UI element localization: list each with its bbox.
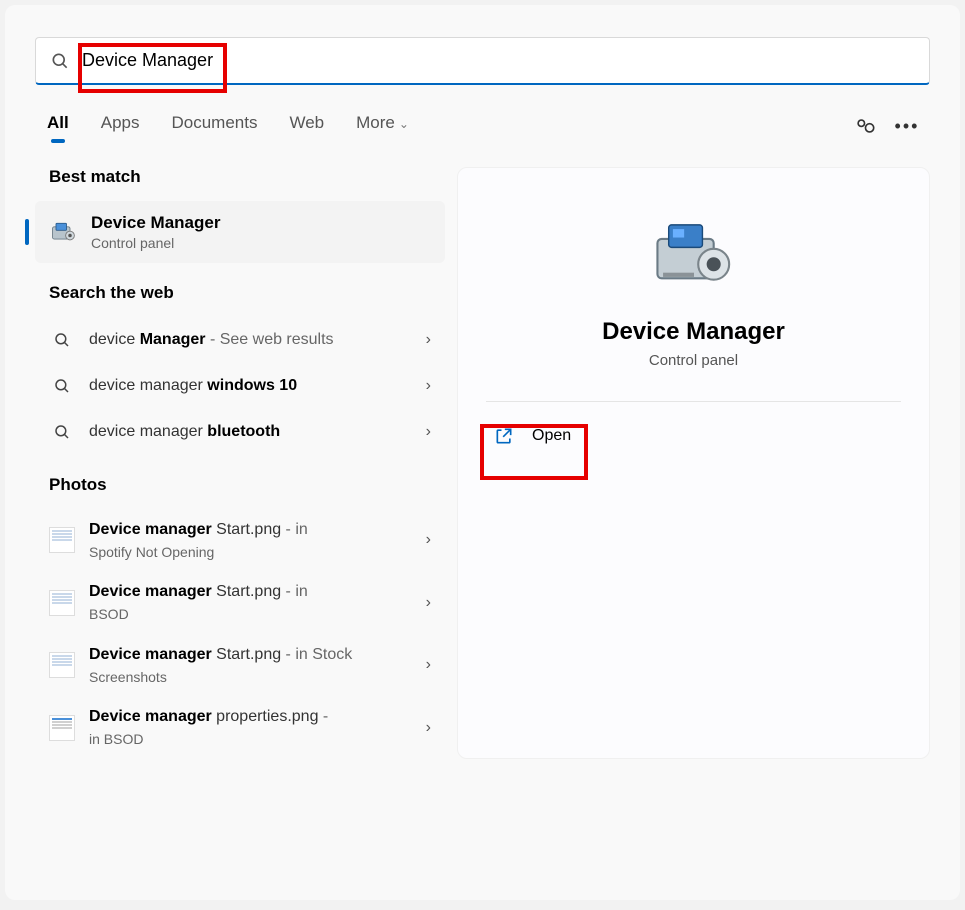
- chevron-right-icon: ›: [426, 531, 431, 549]
- photo-result-text: Device manager properties.png - in BSOD: [89, 706, 426, 748]
- web-result-1[interactable]: device manager windows 10 ›: [35, 363, 445, 409]
- tabs-row: All Apps Documents Web More⌄ •••: [5, 113, 960, 139]
- open-label: Open: [532, 427, 571, 445]
- heading-best-match: Best match: [49, 167, 445, 187]
- image-thumb-icon: [49, 590, 75, 616]
- search-input[interactable]: [82, 50, 915, 71]
- best-match-subtitle: Control panel: [91, 235, 220, 251]
- best-match-title: Device Manager: [91, 213, 220, 233]
- web-result-0[interactable]: device Manager - See web results ›: [35, 317, 445, 363]
- search-container: [5, 5, 960, 85]
- detail-panel: Device Manager Control panel Open: [457, 167, 930, 759]
- open-button[interactable]: Open: [478, 414, 909, 458]
- chevron-right-icon: ›: [426, 719, 431, 737]
- photo-result-2[interactable]: Device manager Start.png - in Stock Scre…: [35, 634, 445, 696]
- heading-photos: Photos: [49, 475, 445, 495]
- web-result-text: device manager windows 10: [89, 375, 426, 397]
- device-manager-large-icon: [649, 208, 739, 298]
- search-icon: [49, 419, 75, 445]
- web-result-text: device Manager - See web results: [89, 329, 426, 351]
- results-column: Best match Device Manager Control panel …: [35, 167, 445, 759]
- tab-more[interactable]: More⌄: [356, 113, 409, 139]
- search-box[interactable]: [35, 37, 930, 85]
- chevron-right-icon: ›: [426, 331, 431, 349]
- search-window: All Apps Documents Web More⌄ ••• Best ma…: [5, 5, 960, 900]
- photo-result-text: Device manager Start.png - in Stock Scre…: [89, 644, 426, 686]
- tab-documents[interactable]: Documents: [171, 113, 257, 139]
- best-match-item[interactable]: Device Manager Control panel: [35, 201, 445, 263]
- web-result-text: device manager bluetooth: [89, 421, 426, 443]
- photo-result-3[interactable]: Device manager properties.png - in BSOD …: [35, 696, 445, 758]
- divider: [486, 401, 901, 402]
- tab-all[interactable]: All: [47, 113, 69, 139]
- photo-result-1[interactable]: Device manager Start.png - in BSOD ›: [35, 571, 445, 633]
- web-result-2[interactable]: device manager bluetooth ›: [35, 409, 445, 455]
- chevron-right-icon: ›: [426, 656, 431, 674]
- device-manager-icon: [49, 218, 77, 246]
- chevron-right-icon: ›: [426, 423, 431, 441]
- main-content: Best match Device Manager Control panel …: [5, 139, 960, 759]
- chevron-right-icon: ›: [426, 594, 431, 612]
- heading-search-web: Search the web: [49, 283, 445, 303]
- search-icon: [49, 373, 75, 399]
- photo-result-text: Device manager Start.png - in BSOD: [89, 581, 426, 623]
- photo-result-text: Device manager Start.png - in Spotify No…: [89, 519, 426, 561]
- image-thumb-icon: [49, 652, 75, 678]
- chevron-down-icon: ⌄: [399, 117, 409, 131]
- image-thumb-icon: [49, 527, 75, 553]
- more-options-icon[interactable]: •••: [896, 115, 918, 137]
- tab-web[interactable]: Web: [289, 113, 324, 139]
- search-icon: [50, 51, 70, 71]
- detail-subtitle: Control panel: [478, 352, 909, 369]
- image-thumb-icon: [49, 715, 75, 741]
- chevron-right-icon: ›: [426, 377, 431, 395]
- open-external-icon: [494, 426, 514, 446]
- photo-result-0[interactable]: Device manager Start.png - in Spotify No…: [35, 509, 445, 571]
- quick-search-icon[interactable]: [854, 115, 876, 137]
- tab-apps[interactable]: Apps: [101, 113, 140, 139]
- detail-title: Device Manager: [478, 318, 909, 346]
- search-icon: [49, 327, 75, 353]
